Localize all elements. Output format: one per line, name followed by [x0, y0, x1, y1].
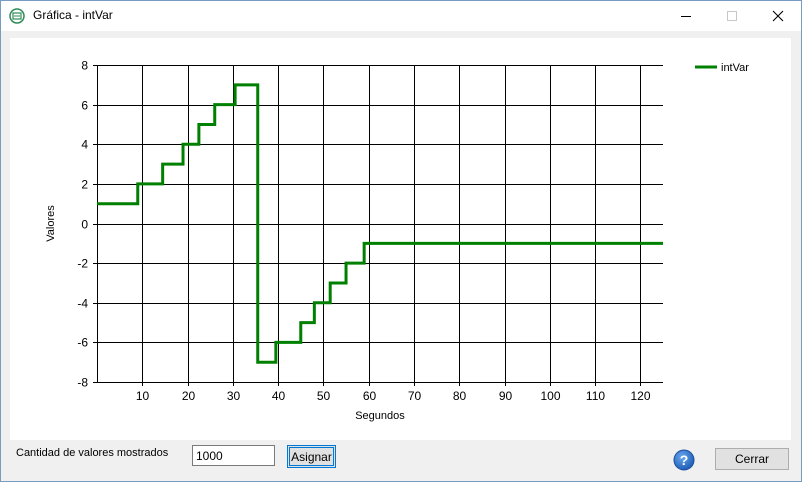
- x-tick-label: 40: [272, 389, 286, 403]
- y-tick-label: 4: [81, 138, 88, 152]
- x-tick-label: 70: [408, 389, 422, 403]
- close-button[interactable]: Cerrar: [715, 448, 789, 470]
- close-window-button[interactable]: [755, 1, 801, 31]
- assign-button[interactable]: Asignar: [287, 445, 336, 468]
- x-tick-label: 10: [136, 389, 150, 403]
- x-tick-label: 120: [630, 389, 650, 403]
- x-tick-label: 100: [540, 389, 560, 403]
- title-bar[interactable]: Gráfica - intVar: [1, 1, 801, 31]
- x-tick-label: 30: [227, 389, 241, 403]
- chart-area: 10 20 30 40 50 60 70 80 90 100 110 120 8 6 4 2 0 -2 -4 -6 -8…: [10, 38, 791, 440]
- x-tick-label: 60: [363, 389, 377, 403]
- y-tick-label: 8: [81, 59, 88, 73]
- chart-window: Gráfica - intVar 10 20 30 40 50 60 70 80 90 100 11…: [0, 0, 802, 482]
- x-tick-label: 90: [499, 389, 513, 403]
- x-axis-label: Segundos: [355, 410, 405, 422]
- legend-label: intVar: [721, 62, 749, 74]
- close-icon: [772, 10, 784, 22]
- y-axis-label: Valores: [45, 205, 57, 242]
- help-icon[interactable]: ?: [673, 449, 695, 471]
- x-tick-label: 80: [453, 389, 467, 403]
- y-tick-label: 2: [81, 178, 88, 192]
- minimize-button[interactable]: [663, 1, 709, 31]
- series-line-intVar: [97, 83, 663, 364]
- minimize-icon: [681, 16, 691, 17]
- maximize-icon: [727, 11, 737, 21]
- x-tick-label: 20: [182, 389, 196, 403]
- y-tick-label: -2: [77, 257, 88, 271]
- y-tick-label: -4: [77, 297, 88, 311]
- y-tick-label: -8: [77, 376, 88, 390]
- y-tick-label: 0: [81, 218, 88, 232]
- maximize-button[interactable]: [709, 1, 755, 31]
- app-icon: [9, 8, 25, 24]
- x-tick-label: 110: [586, 389, 605, 403]
- y-tick-label: -6: [77, 336, 88, 350]
- window-title: Gráfica - intVar: [33, 8, 113, 22]
- svg-text:?: ?: [680, 452, 689, 468]
- line-chart: 10 20 30 40 50 60 70 80 90 100 110 12086420-2-4-6-8…: [45, 59, 749, 423]
- x-tick-label: 50: [317, 389, 331, 403]
- y-tick-label: 6: [81, 99, 88, 113]
- quantity-input[interactable]: [192, 445, 275, 466]
- quantity-label: Cantidad de valores mostrados: [16, 447, 169, 459]
